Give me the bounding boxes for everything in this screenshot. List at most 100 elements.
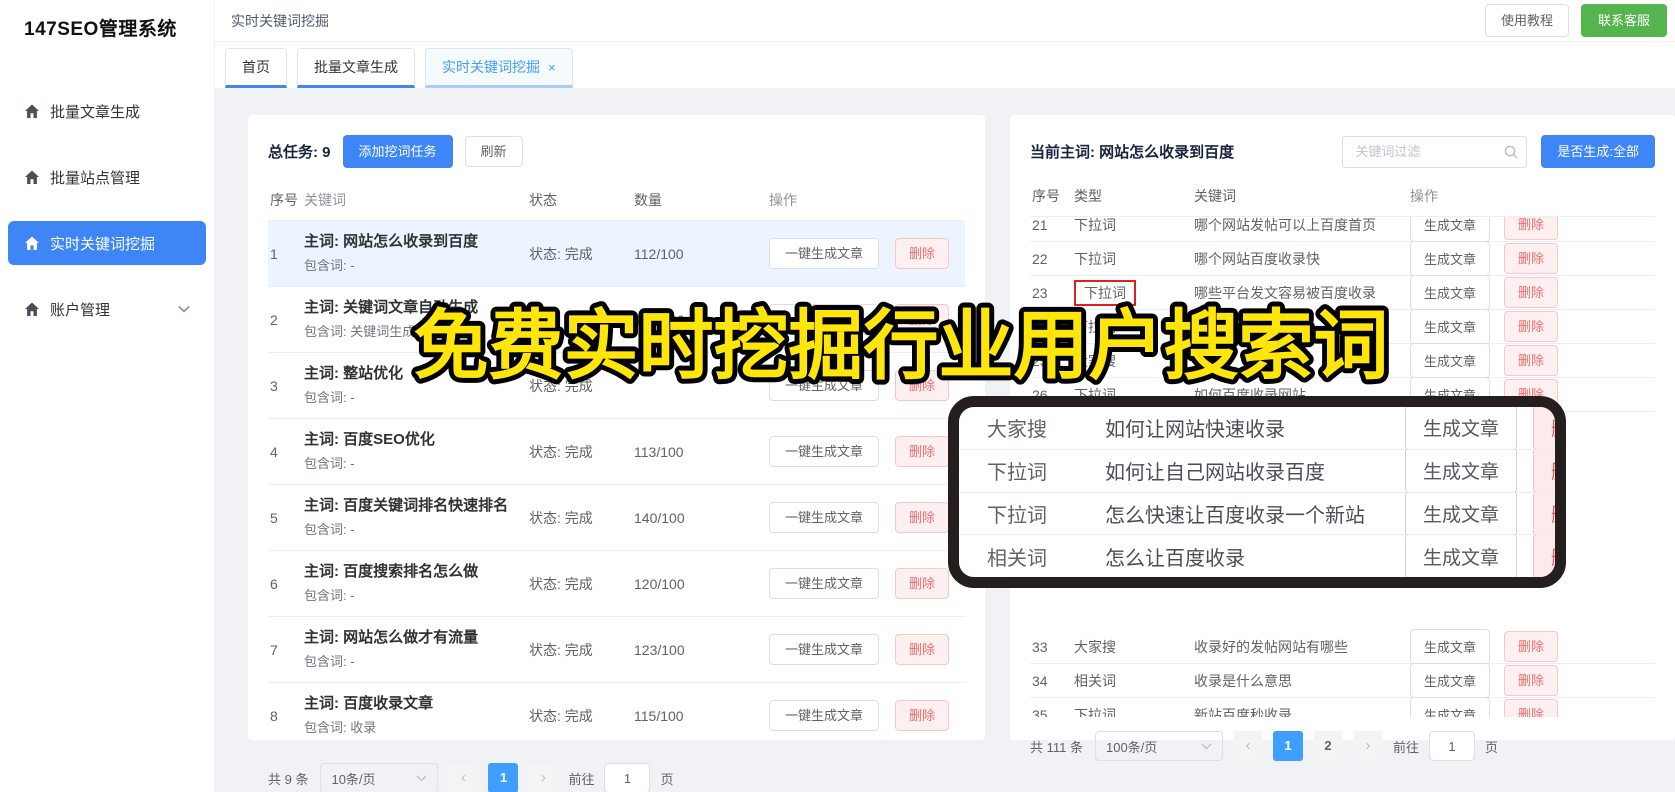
- task-row[interactable]: 6 主词: 百度搜索排名怎么做 包含词: - 状态: 完成 120/100 一键…: [268, 551, 965, 617]
- col-keyword: 关键词: [1194, 188, 1236, 204]
- keyword-type-highlight-annotation: 下拉词: [1074, 279, 1136, 306]
- keyword-type: 大家搜: [1074, 352, 1116, 369]
- keyword-text: 收录是什么意思: [1194, 672, 1292, 689]
- inset-keyword-text: 怎么快速让百度收录一个新站: [1105, 504, 1365, 527]
- home-icon: [25, 170, 39, 184]
- keyword-row[interactable]: 34 相关词 收录是什么意思 生成文章 删除: [1030, 663, 1655, 698]
- delete-keyword-button[interactable]: 删除: [1504, 345, 1559, 376]
- delete-keyword-button[interactable]: 删除: [1504, 243, 1559, 274]
- tutorial-button[interactable]: 使用教程: [1484, 4, 1569, 37]
- generate-articles-button[interactable]: 一键生成文章: [769, 304, 880, 335]
- keyword-type: 下拉词: [1074, 706, 1116, 718]
- sidebar-item-batch-article[interactable]: 批量文章生成: [8, 89, 206, 133]
- task-include-word: 包含词: -: [304, 258, 355, 273]
- task-count: 120/100: [634, 575, 685, 592]
- generate-article-button[interactable]: 生成文章: [1410, 629, 1491, 664]
- generate-article-button[interactable]: 生成文章: [1410, 697, 1491, 717]
- task-main-word: 主词: 网站怎么收录到百度: [304, 233, 479, 250]
- generate-articles-button[interactable]: 一键生成文章: [769, 238, 880, 269]
- page-size-select[interactable]: 10条/页: [320, 763, 439, 792]
- delete-keyword-button[interactable]: 删除: [1504, 665, 1559, 696]
- generate-articles-button[interactable]: 一键生成文章: [769, 634, 880, 665]
- inset-delete-button-clipped: 删除: [1533, 535, 1555, 577]
- generate-article-button[interactable]: 生成文章: [1410, 275, 1491, 310]
- current-main-word: 当前主词: 网站怎么收录到百度: [1030, 144, 1235, 161]
- delete-task-button[interactable]: 删除: [895, 304, 950, 335]
- col-index: 序号: [270, 192, 298, 208]
- keyword-row[interactable]: 24 下拉词 生成文章 删除: [1030, 309, 1655, 344]
- delete-task-button[interactable]: 删除: [895, 238, 950, 269]
- goto-page-input[interactable]: [1429, 731, 1475, 761]
- generate-articles-button[interactable]: 一键生成文章: [769, 700, 880, 731]
- contact-support-button[interactable]: 联系客服: [1580, 4, 1667, 37]
- task-row[interactable]: 4 主词: 百度SEO优化 包含词: - 状态: 完成 113/100 一键生成…: [268, 419, 965, 485]
- prev-page-button[interactable]: ‹: [448, 763, 479, 792]
- generate-articles-button[interactable]: 一键生成文章: [769, 568, 880, 599]
- search-icon: [1505, 145, 1518, 159]
- chevron-down-icon: [416, 774, 427, 782]
- task-count: 115/100: [634, 707, 684, 724]
- keyword-row[interactable]: 25 大家搜 生成文章 删除: [1030, 343, 1655, 378]
- sidebar-item-account[interactable]: 账户管理: [8, 287, 206, 331]
- tab-home[interactable]: 首页: [225, 48, 287, 88]
- task-row[interactable]: 7 主词: 网站怎么做才有流量 包含词: - 状态: 完成 123/100 一键…: [268, 617, 965, 683]
- delete-keyword-button[interactable]: 删除: [1504, 631, 1559, 662]
- generate-article-button[interactable]: 生成文章: [1410, 217, 1491, 242]
- sidebar-item-keyword-mining[interactable]: 实时关键词挖掘: [8, 221, 206, 265]
- keyword-row[interactable]: 21 下拉词 哪个网站发帖可以上百度首页 生成文章 删除: [1030, 217, 1655, 242]
- inset-keyword-type: 下拉词: [987, 504, 1047, 527]
- page-2-button[interactable]: 2: [1312, 731, 1343, 761]
- sidebar-item-batch-site[interactable]: 批量站点管理: [8, 155, 206, 199]
- generate-article-button[interactable]: 生成文章: [1410, 241, 1491, 276]
- tab-keyword-mining[interactable]: 实时关键词挖掘 ×: [425, 48, 573, 88]
- keyword-row[interactable]: 35 下拉词 新站百度秒收录 生成文章 删除: [1030, 697, 1655, 718]
- generate-article-button[interactable]: 生成文章: [1410, 309, 1491, 344]
- delete-task-button[interactable]: 删除: [895, 568, 950, 599]
- keyword-text: 收录好的发帖网站有哪些: [1194, 638, 1348, 655]
- generate-articles-button[interactable]: 一键生成文章: [769, 502, 880, 533]
- page-1-button[interactable]: 1: [488, 763, 519, 792]
- delete-task-button[interactable]: 删除: [895, 370, 950, 401]
- close-tab-icon[interactable]: ×: [548, 60, 556, 75]
- add-mining-task-button[interactable]: 添加挖词任务: [342, 135, 453, 168]
- task-row[interactable]: 2 主词: 关键词文章自动生成 包含词: 关键词生成 状态: 完成 100/10…: [268, 287, 965, 353]
- page-size-select[interactable]: 100条/页: [1094, 731, 1223, 761]
- task-row[interactable]: 3 主词: 整站优化 包含词: - 状态: 完成 一键生成文章 删除: [268, 353, 965, 419]
- keyword-index: 33: [1032, 638, 1048, 655]
- delete-keyword-button[interactable]: 删除: [1504, 311, 1559, 342]
- tab-batch-article[interactable]: 批量文章生成: [297, 48, 415, 88]
- generate-articles-button[interactable]: 一键生成文章: [769, 436, 880, 467]
- next-page-button[interactable]: ›: [528, 763, 559, 792]
- page-1-button[interactable]: 1: [1272, 731, 1303, 761]
- delete-keyword-button[interactable]: 删除: [1504, 699, 1559, 717]
- keyword-row[interactable]: 33 大家搜 收录好的发帖网站有哪些 生成文章 删除: [1030, 629, 1655, 664]
- task-row[interactable]: 5 主词: 百度关键词排名快速排名 包含词: - 状态: 完成 140/100 …: [268, 485, 965, 551]
- generate-article-button[interactable]: 生成文章: [1410, 343, 1491, 378]
- task-count: 140/100: [634, 509, 685, 526]
- keyword-row[interactable]: 23 下拉词 哪些平台发文容易被百度收录 生成文章 删除: [1030, 275, 1655, 310]
- delete-keyword-button[interactable]: 删除: [1504, 277, 1559, 308]
- goto-page-input[interactable]: [604, 763, 651, 792]
- generate-article-button[interactable]: 生成文章: [1410, 663, 1491, 698]
- task-row[interactable]: 8 主词: 百度收录文章 包含词: 收录 状态: 完成 115/100 一键生成…: [268, 683, 965, 749]
- delete-keyword-button[interactable]: 删除: [1504, 217, 1559, 240]
- delete-task-button[interactable]: 删除: [895, 634, 950, 665]
- inset-row: 下拉词 怎么快速让百度收录一个新站 生成文章 删除: [959, 492, 1555, 536]
- keyword-filter-input[interactable]: [1342, 135, 1528, 168]
- task-include-word: 包含词: 收录: [304, 720, 377, 735]
- task-row[interactable]: 1 主词: 网站怎么收录到百度 包含词: - 状态: 完成 112/100 一键…: [268, 221, 965, 287]
- delete-task-button[interactable]: 删除: [895, 436, 950, 467]
- generate-all-toggle-button[interactable]: 是否生成:全部: [1541, 135, 1655, 168]
- delete-task-button[interactable]: 删除: [895, 700, 950, 731]
- keyword-row-clipped: 21 下拉词 哪个网站发帖可以上百度首页 生成文章 删除: [1030, 217, 1655, 242]
- refresh-button[interactable]: 刷新: [464, 136, 523, 167]
- prev-page-button[interactable]: ‹: [1232, 731, 1263, 761]
- keyword-row[interactable]: 22 下拉词 哪个网站百度收录快 生成文章 删除: [1030, 241, 1655, 276]
- task-count: 123/100: [634, 641, 685, 658]
- delete-task-button[interactable]: 删除: [895, 502, 950, 533]
- generate-articles-button[interactable]: 一键生成文章: [769, 370, 880, 401]
- total-tasks-label: 总任务: 9: [268, 141, 331, 162]
- tab-label: 批量文章生成: [314, 59, 398, 75]
- col-type: 类型: [1074, 188, 1102, 204]
- next-page-button[interactable]: ›: [1352, 731, 1383, 761]
